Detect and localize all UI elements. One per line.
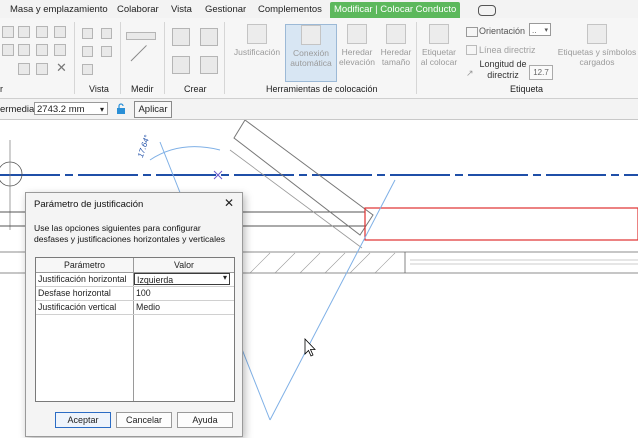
wall-hatch <box>249 252 396 274</box>
column-header-parametro: Parámetro <box>63 260 106 270</box>
panel-label-vista: Vista <box>89 84 109 94</box>
mouse-cursor <box>304 338 316 357</box>
panel-separator <box>74 22 75 94</box>
tab-gestionar[interactable]: Gestionar <box>201 3 250 17</box>
tool-icon[interactable] <box>54 44 66 56</box>
orientacion-label: Orientación <box>479 26 526 36</box>
parameter-grid: Parámetro Valor Justificación horizontal… <box>35 257 235 402</box>
dialog-title: Parámetro de justificación <box>34 199 144 210</box>
delete-icon[interactable]: ✕ <box>56 60 67 76</box>
longitud-directriz-label: Longitud de directriz <box>479 59 527 80</box>
tab-masa-emplazamiento[interactable]: Masa y emplazamiento <box>6 3 112 17</box>
tool-icon[interactable] <box>54 26 66 38</box>
tab-colaborar[interactable]: Colaborar <box>113 3 163 17</box>
tab-complementos[interactable]: Complementos <box>254 3 326 17</box>
options-bar: ermedia: 2743.2 mm ▾ Aplicar <box>0 99 638 120</box>
chevron-down-icon: ▾ <box>222 273 227 282</box>
param-name: Justificación vertical <box>38 302 117 312</box>
aceptar-button[interactable]: Aceptar <box>55 412 111 428</box>
linea-directriz-label: Línea directriz <box>479 45 536 55</box>
guide-line <box>269 179 396 421</box>
panel-toggle-icon[interactable] <box>478 5 496 16</box>
auto-connect-icon <box>301 25 321 45</box>
lock-icon[interactable] <box>116 103 126 114</box>
intermedia-label: ermedia: <box>0 104 37 115</box>
table-row[interactable]: Justificación horizontal Izquierda ▾ <box>36 273 234 287</box>
tool-icon[interactable] <box>2 44 14 56</box>
angled-duct <box>233 120 374 236</box>
orientacion-select[interactable]: .. ▾ <box>529 23 551 36</box>
ribbon: ✕ r Vista Medir Crear Justificación Cone… <box>0 18 638 99</box>
tool-icon[interactable] <box>36 44 48 56</box>
heredar-elevacion-button[interactable]: Heredar elevación <box>337 24 377 80</box>
etiquetas-simbolos-cargados-button[interactable]: Etiquetas y símbolos cargados <box>556 24 638 80</box>
tool-icon[interactable] <box>18 26 30 38</box>
panel-separator <box>416 22 417 94</box>
orientation-icon <box>466 27 478 37</box>
panel-separator <box>120 22 121 94</box>
tab-vista[interactable]: Vista <box>167 3 196 17</box>
leader-line-checkbox[interactable] <box>466 45 477 55</box>
justification-dialog: Parámetro de justificación ✕ Use las opc… <box>25 192 243 437</box>
chevron-down-icon: ▾ <box>544 27 548 34</box>
create-assembly-icon[interactable] <box>200 56 218 74</box>
panel-separator <box>164 22 165 94</box>
justificacion-vertical-value[interactable]: Medio <box>134 301 232 314</box>
column-header-valor: Valor <box>174 260 194 270</box>
heredar-tamano-button[interactable]: Heredar tamaño <box>378 24 414 80</box>
measure-icon[interactable] <box>126 32 156 40</box>
tab-modificar-colocar-conducto[interactable]: Modificar | Colocar Conducto <box>330 2 461 18</box>
chevron-down-icon: ▾ <box>99 105 104 114</box>
table-row[interactable]: Desfase horizontal 100 <box>36 287 234 301</box>
dialog-description: Use las opciones siguientes para configu… <box>34 223 226 244</box>
tag-on-placement-icon <box>429 24 449 44</box>
aplicar-button[interactable]: Aplicar <box>134 101 172 118</box>
justification-icon <box>247 24 267 44</box>
panel-label-etiqueta: Etiqueta <box>510 84 544 94</box>
create-group-icon[interactable] <box>200 28 218 46</box>
justificacion-button[interactable]: Justificación <box>230 24 284 80</box>
close-icon[interactable]: ✕ <box>224 196 234 210</box>
panel-label-modificar: r <box>0 84 3 94</box>
panel-separator <box>224 22 225 94</box>
tool-icon[interactable] <box>36 63 48 75</box>
loaded-tags-icon <box>587 24 607 44</box>
override-graphics-icon[interactable] <box>101 28 112 39</box>
panel-label-medir: Medir <box>131 84 154 94</box>
ribbon-tab-bar: Masa y emplazamiento Colaborar Vista Ges… <box>0 0 638 19</box>
grid-header: Parámetro Valor <box>36 258 234 273</box>
param-name: Desfase horizontal <box>38 288 111 298</box>
view-tool-icon[interactable] <box>101 46 112 57</box>
ayuda-button[interactable]: Ayuda <box>177 412 233 428</box>
param-name: Justificación horizontal <box>38 274 127 284</box>
leader-length-icon: ↗ <box>466 68 474 78</box>
linework-icon[interactable] <box>82 46 93 57</box>
inherit-size-icon <box>386 24 406 44</box>
dimension-icon[interactable] <box>130 45 163 77</box>
selected-duct <box>364 207 638 241</box>
tool-icon[interactable] <box>2 26 14 38</box>
table-row[interactable]: Justificación vertical Medio <box>36 301 234 315</box>
cancelar-button[interactable]: Cancelar <box>116 412 172 428</box>
panel-label-herramientas: Herramientas de colocación <box>266 84 378 94</box>
desfase-horizontal-value[interactable]: 100 <box>134 287 232 300</box>
hide-element-icon[interactable] <box>82 28 93 39</box>
etiquetar-al-colocar-button[interactable]: Etiquetar al colocar <box>418 24 460 80</box>
intermedia-elevation-select[interactable]: 2743.2 mm ▾ <box>34 102 108 115</box>
tool-icon[interactable] <box>36 26 48 38</box>
tool-icon[interactable] <box>18 44 30 56</box>
justificacion-horizontal-select[interactable]: Izquierda ▾ <box>134 273 230 285</box>
guide-arc <box>149 146 221 161</box>
create-part-icon[interactable] <box>172 28 190 46</box>
longitud-directriz-input[interactable]: 12.7 <box>529 65 553 80</box>
inherit-elevation-icon <box>347 24 367 44</box>
view-tool-icon[interactable] <box>82 64 93 75</box>
angled-duct-edge <box>229 149 363 249</box>
conexion-automatica-button[interactable]: Conexión automática <box>285 24 337 82</box>
tool-icon[interactable] <box>18 63 30 75</box>
create-similar-icon[interactable] <box>172 56 190 74</box>
panel-label-crear: Crear <box>184 84 207 94</box>
